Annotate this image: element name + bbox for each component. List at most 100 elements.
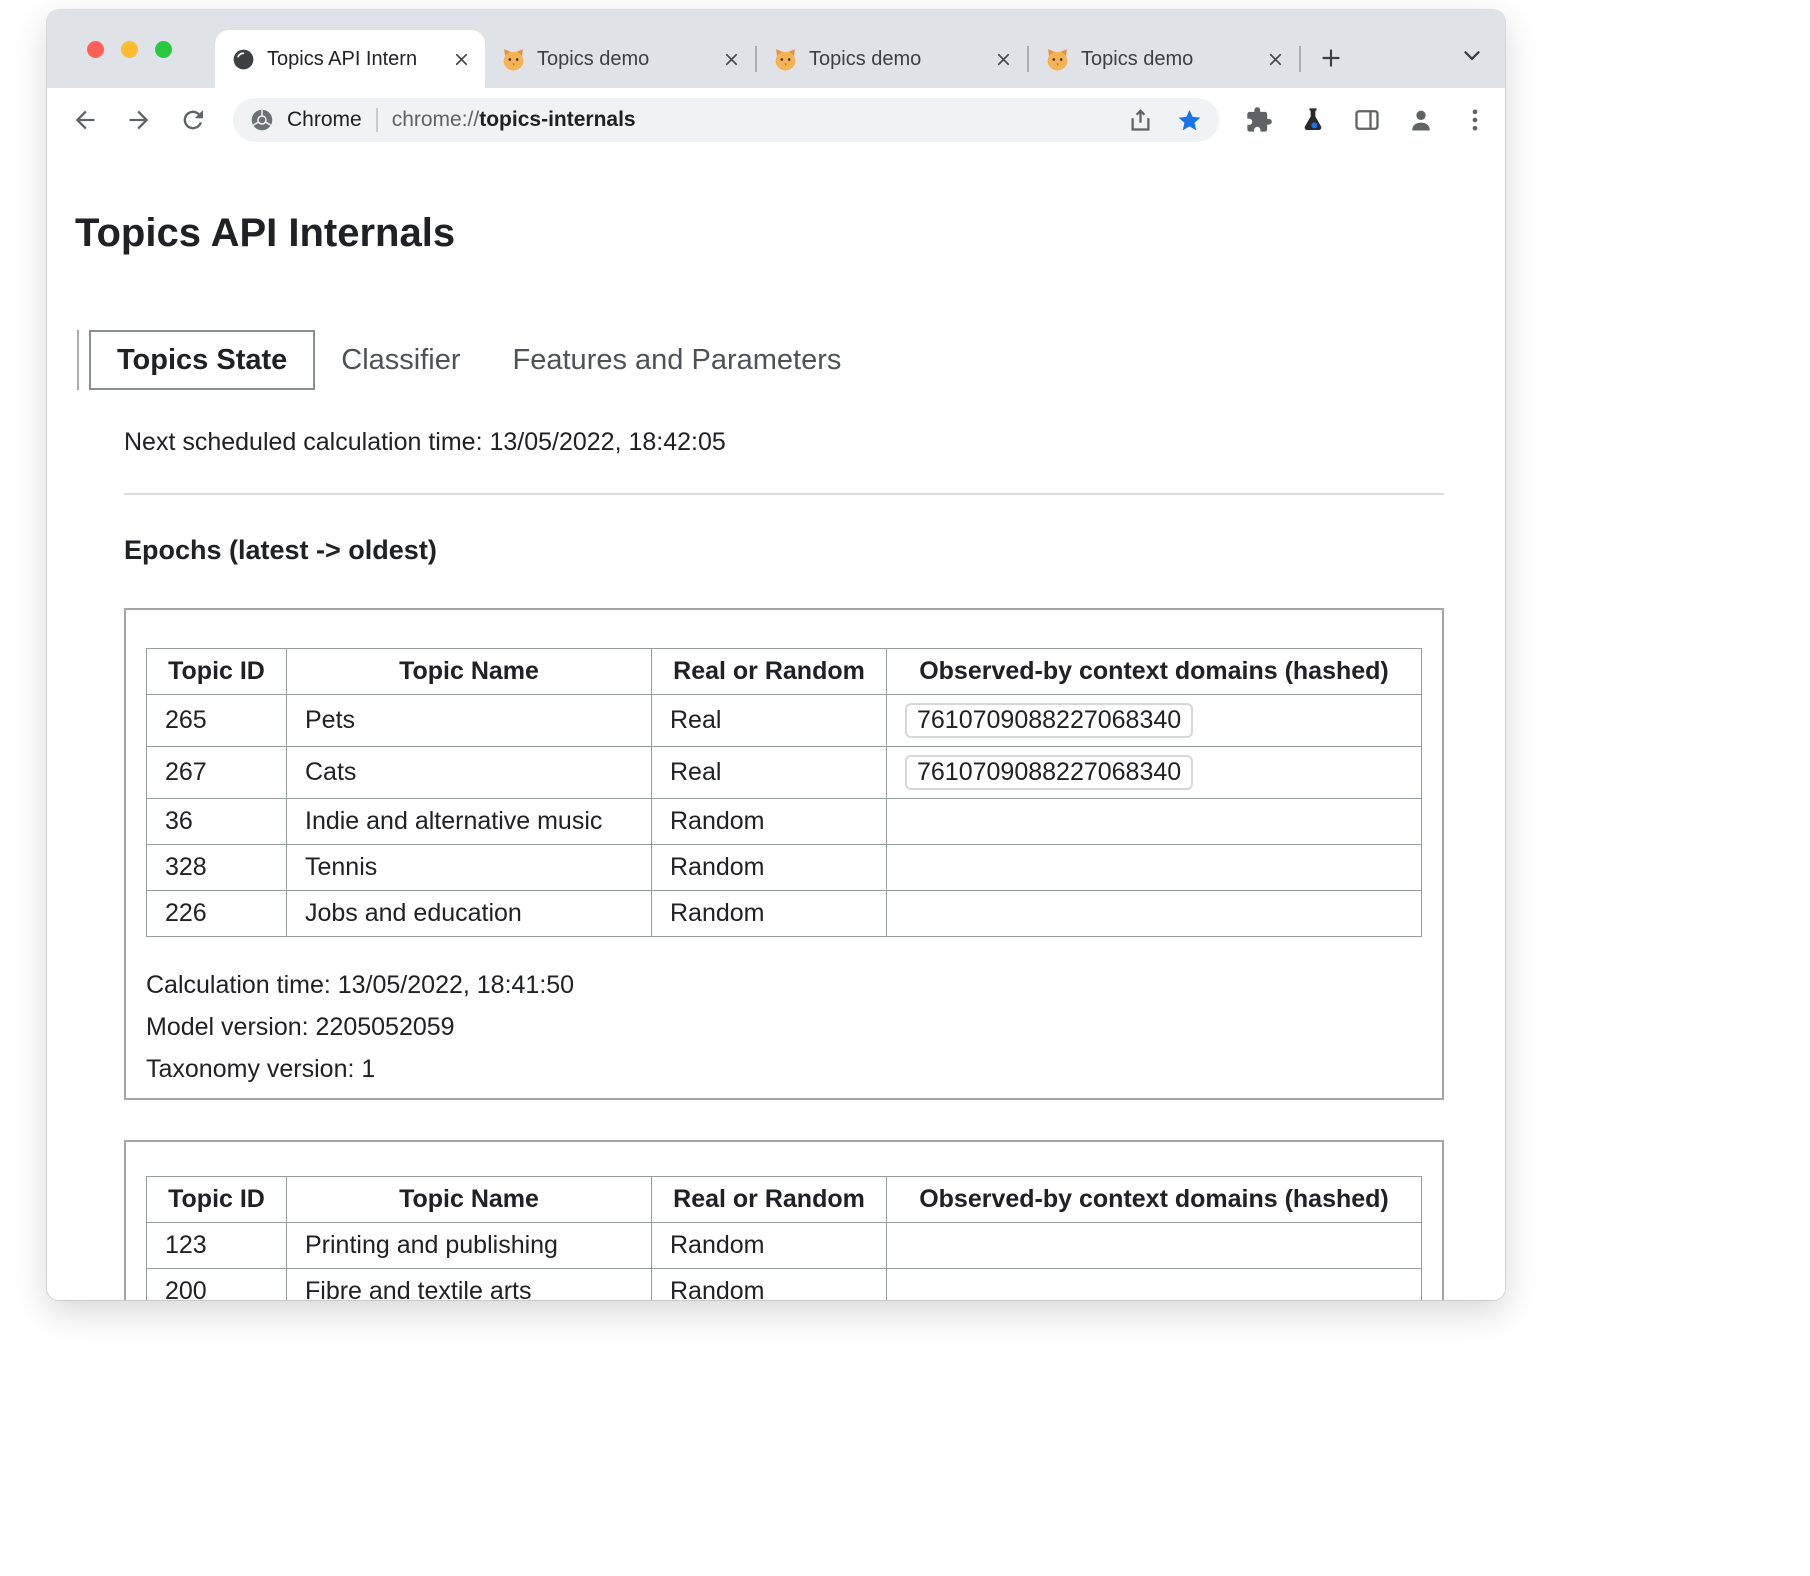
close-window-button[interactable]	[87, 41, 104, 58]
real-or-random-cell: Random	[652, 1269, 887, 1301]
browser-tab-topics-internals[interactable]: Topics API Intern	[215, 30, 485, 88]
tab-bar-edge-line	[77, 330, 79, 390]
minimize-window-button[interactable]	[121, 41, 138, 58]
header-topic-id: Topic ID	[147, 1177, 287, 1223]
close-tab-icon[interactable]	[721, 49, 741, 69]
table-header-row: Topic ID Topic Name Real or Random Obser…	[147, 649, 1422, 695]
observed-domains-cell	[887, 1223, 1422, 1269]
cat-favicon-icon	[773, 47, 798, 72]
url-separator	[376, 108, 378, 132]
table-row: 36 Indie and alternative music Random	[147, 799, 1422, 845]
topic-name-cell: Tennis	[287, 845, 652, 891]
close-tab-icon[interactable]	[451, 49, 471, 69]
table-row: 328 Tennis Random	[147, 845, 1422, 891]
real-or-random-cell: Real	[652, 747, 887, 799]
topic-id-cell: 200	[147, 1269, 287, 1301]
tab-separator	[1299, 46, 1301, 72]
epoch-box-older: Topic ID Topic Name Real or Random Obser…	[124, 1140, 1444, 1300]
tab-features-and-parameters[interactable]: Features and Parameters	[487, 330, 868, 390]
observed-domains-cell: 7610709088227068340	[887, 695, 1422, 747]
chrome-logo-icon	[249, 107, 275, 133]
cat-favicon-icon	[501, 47, 526, 72]
browser-tab-topics-demo-3[interactable]: Topics demo	[1029, 30, 1299, 88]
url-site-label: Chrome	[287, 108, 362, 132]
new-tab-button[interactable]	[1311, 38, 1351, 78]
divider	[124, 493, 1444, 495]
reload-button[interactable]	[179, 106, 207, 134]
side-panel-icon[interactable]	[1353, 106, 1381, 134]
tab-classifier[interactable]: Classifier	[315, 330, 486, 390]
close-tab-icon[interactable]	[993, 49, 1013, 69]
topic-name-cell: Indie and alternative music	[287, 799, 652, 845]
tab-title: Topics demo	[537, 48, 710, 71]
domain-hash-chip: 7610709088227068340	[905, 703, 1193, 738]
real-or-random-cell: Random	[652, 891, 887, 937]
topic-name-cell: Cats	[287, 747, 652, 799]
table-row: 267 Cats Real 7610709088227068340	[147, 747, 1422, 799]
page-content: Topics API Internals Topics State Classi…	[47, 152, 1505, 1300]
browser-tabs: Topics API Intern Topics demo	[215, 10, 1351, 88]
topic-id-cell: 267	[147, 747, 287, 799]
address-bar[interactable]: Chrome chrome:// topics-internals	[233, 98, 1219, 142]
topic-name-cell: Jobs and education	[287, 891, 652, 937]
tab-title: Topics API Intern	[267, 48, 440, 71]
epoch-table: Topic ID Topic Name Real or Random Obser…	[146, 1176, 1422, 1300]
epoch-table: Topic ID Topic Name Real or Random Obser…	[146, 648, 1422, 937]
table-row: 200 Fibre and textile arts Random	[147, 1269, 1422, 1301]
window-controls	[87, 41, 172, 58]
browser-tab-topics-demo-2[interactable]: Topics demo	[757, 30, 1027, 88]
table-row: 265 Pets Real 7610709088227068340	[147, 695, 1422, 747]
observed-domains-cell: 7610709088227068340	[887, 747, 1422, 799]
table-header-row: Topic ID Topic Name Real or Random Obser…	[147, 1177, 1422, 1223]
topic-name-cell: Printing and publishing	[287, 1223, 652, 1269]
url-scheme: chrome://	[392, 108, 480, 132]
browser-toolbar: Chrome chrome:// topics-internals	[47, 88, 1505, 152]
topic-id-cell: 265	[147, 695, 287, 747]
header-observed-domains: Observed-by context domains (hashed)	[887, 1177, 1422, 1223]
chrome-internals-favicon-icon	[231, 47, 256, 72]
browser-menu-kebab-icon[interactable]	[1461, 106, 1489, 134]
domain-hash-chip: 7610709088227068340	[905, 755, 1193, 790]
header-observed-domains: Observed-by context domains (hashed)	[887, 649, 1422, 695]
profile-avatar-icon[interactable]	[1407, 106, 1435, 134]
bookmark-star-icon[interactable]	[1176, 107, 1203, 134]
table-row: 226 Jobs and education Random	[147, 891, 1422, 937]
topic-id-cell: 328	[147, 845, 287, 891]
close-tab-icon[interactable]	[1265, 49, 1285, 69]
topics-state-panel: Next scheduled calculation time: 13/05/2…	[124, 428, 1444, 1300]
header-topic-id: Topic ID	[147, 649, 287, 695]
table-row: 123 Printing and publishing Random	[147, 1223, 1422, 1269]
topic-name-cell: Pets	[287, 695, 652, 747]
taxonomy-version: Taxonomy version: 1	[146, 1048, 1422, 1090]
epochs-heading: Epochs (latest -> oldest)	[124, 535, 1444, 566]
model-version: Model version: 2205052059	[146, 1006, 1422, 1048]
next-calculation-time: Next scheduled calculation time: 13/05/2…	[124, 428, 1444, 457]
observed-domains-cell	[887, 1269, 1422, 1301]
epoch-box-latest: Topic ID Topic Name Real or Random Obser…	[124, 608, 1444, 1100]
real-or-random-cell: Real	[652, 695, 887, 747]
observed-domains-cell	[887, 891, 1422, 937]
observed-domains-cell	[887, 845, 1422, 891]
calculation-time: Calculation time: 13/05/2022, 18:41:50	[146, 964, 1422, 1006]
url-host: topics-internals	[479, 108, 635, 132]
real-or-random-cell: Random	[652, 799, 887, 845]
header-real-or-random: Real or Random	[652, 1177, 887, 1223]
topic-id-cell: 123	[147, 1223, 287, 1269]
experiments-flask-icon[interactable]	[1299, 106, 1327, 134]
tab-strip: Topics API Intern Topics demo	[47, 10, 1505, 88]
extensions-puzzle-icon[interactable]	[1245, 106, 1273, 134]
browser-tab-topics-demo-1[interactable]: Topics demo	[485, 30, 755, 88]
real-or-random-cell: Random	[652, 1223, 887, 1269]
topic-id-cell: 226	[147, 891, 287, 937]
back-button[interactable]	[71, 106, 99, 134]
epoch-meta: Calculation time: 13/05/2022, 18:41:50 M…	[146, 964, 1422, 1090]
share-icon[interactable]	[1127, 107, 1154, 134]
header-real-or-random: Real or Random	[652, 649, 887, 695]
forward-button[interactable]	[125, 106, 153, 134]
maximize-window-button[interactable]	[155, 41, 172, 58]
real-or-random-cell: Random	[652, 845, 887, 891]
page-title: Topics API Internals	[75, 210, 1505, 256]
tab-topics-state[interactable]: Topics State	[89, 330, 315, 390]
tab-search-chevron-icon[interactable]	[1459, 42, 1485, 68]
header-topic-name: Topic Name	[287, 1177, 652, 1223]
